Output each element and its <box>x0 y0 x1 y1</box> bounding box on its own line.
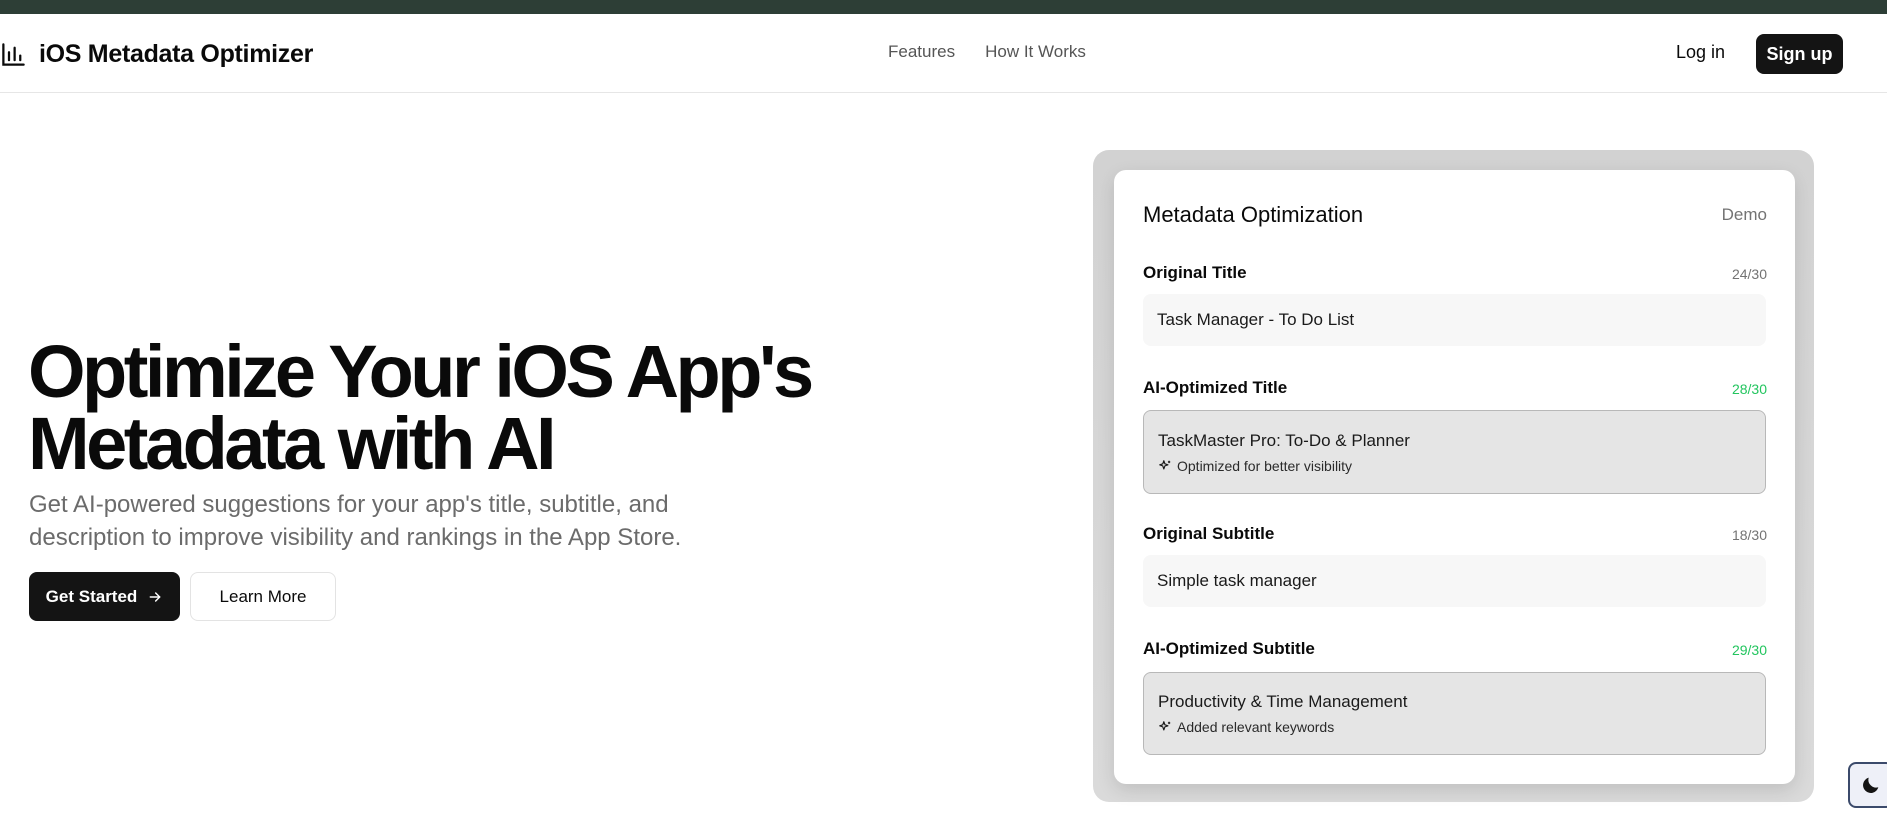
moon-icon <box>1860 774 1882 796</box>
brand-name: iOS Metadata Optimizer <box>39 40 314 68</box>
brand[interactable]: iOS Metadata Optimizer <box>0 40 313 69</box>
ai-subtitle-note-text: Added relevant keywords <box>1177 719 1335 735</box>
ai-subtitle-label: AI-Optimized Subtitle <box>1143 639 1315 658</box>
original-title-label: Original Title <box>1143 263 1247 282</box>
nav-link-features[interactable]: Features <box>888 42 955 62</box>
original-subtitle-label: Original Subtitle <box>1143 524 1275 543</box>
demo-card-title: Metadata Optimization <box>1143 202 1364 227</box>
ai-subtitle-count: 29/30 <box>1731 642 1767 658</box>
ai-title-note-text: Optimized for better visibility <box>1177 457 1353 474</box>
demo-badge: Demo <box>1721 205 1767 224</box>
sparkle-icon <box>1158 459 1172 473</box>
demo-card: Metadata Optimization Demo Original Titl… <box>1114 170 1795 784</box>
original-subtitle-value: Simple task manager <box>1157 571 1317 590</box>
learn-more-button[interactable]: Learn More <box>190 572 336 621</box>
original-title-count: 24/30 <box>1731 266 1767 282</box>
ai-subtitle-value: Productivity & Time Management <box>1158 692 1408 711</box>
ai-title-value: TaskMaster Pro: To-Do & Planner <box>1158 430 1410 450</box>
get-started-button[interactable]: Get Started <box>29 572 180 621</box>
top-accent-bar <box>0 0 1887 14</box>
original-subtitle-count: 18/30 <box>1731 527 1767 543</box>
login-link[interactable]: Log in <box>1676 42 1725 63</box>
ai-title-field: TaskMaster Pro: To-Do & Planner Optimize… <box>1143 410 1766 494</box>
arrow-right-icon <box>147 589 163 605</box>
original-subtitle-field: Simple task manager <box>1143 555 1766 607</box>
theme-toggle-button[interactable] <box>1848 762 1887 808</box>
original-title-field: Task Manager - To Do List <box>1143 294 1766 346</box>
original-title-value: Task Manager - To Do List <box>1157 310 1355 329</box>
nav-link-how-it-works[interactable]: How It Works <box>985 42 1086 62</box>
ai-title-note: Optimized for better visibility <box>1158 458 1352 474</box>
ai-title-label: AI-Optimized Title <box>1143 378 1288 397</box>
sparkle-icon <box>1158 720 1172 734</box>
bar-chart-icon <box>0 41 27 68</box>
ai-subtitle-field: Productivity & Time Management Added rel… <box>1143 672 1766 755</box>
navbar: iOS Metadata Optimizer Features How It W… <box>0 14 1887 93</box>
hero-subtitle: Get AI-powered suggestions for your app'… <box>29 491 682 551</box>
get-started-label: Get Started <box>45 586 138 606</box>
hero-title: Optimize Your iOS App's Metadata with AI <box>28 330 814 485</box>
ai-title-count: 28/30 <box>1731 381 1767 397</box>
signup-button[interactable]: Sign up <box>1756 34 1843 74</box>
nav-links: Features How It Works <box>888 42 1086 62</box>
ai-subtitle-note: Added relevant keywords <box>1158 719 1334 735</box>
